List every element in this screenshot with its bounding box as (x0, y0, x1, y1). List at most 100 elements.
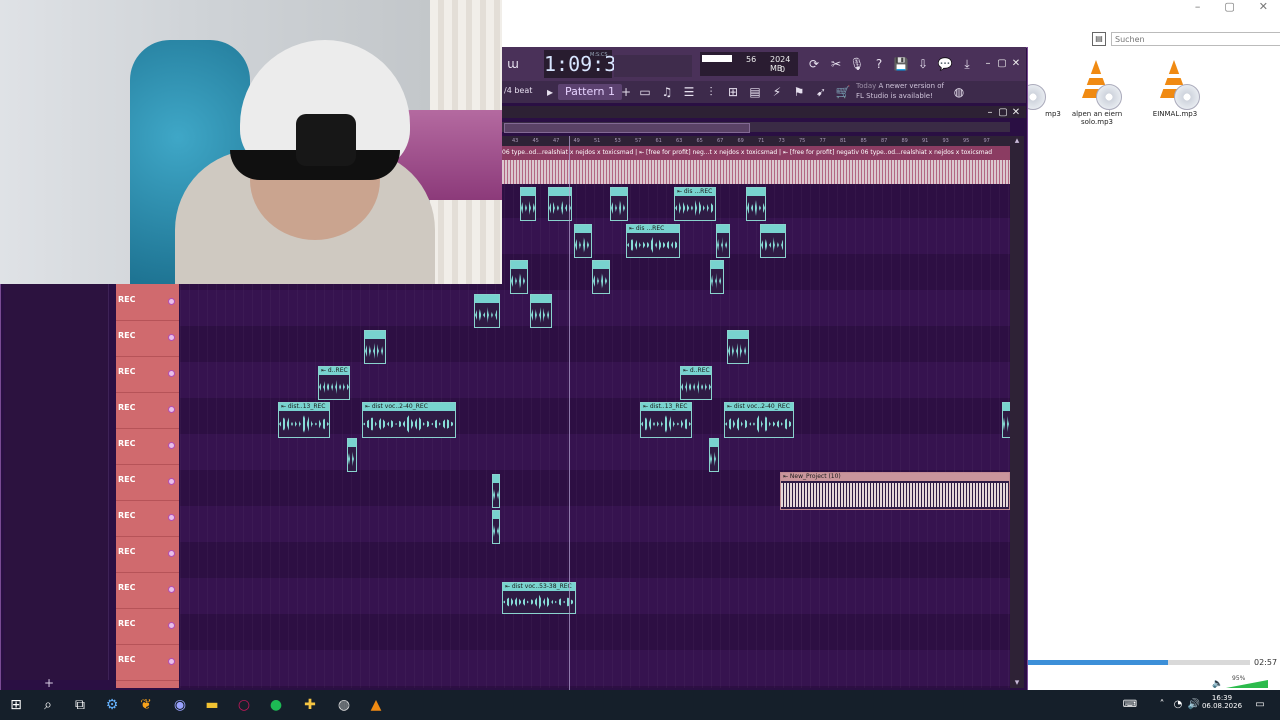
plugin-icon[interactable]: ⊞ (724, 83, 742, 101)
playlist-icon[interactable]: ▭ (636, 83, 654, 101)
search-icon[interactable]: ⌕ (38, 695, 58, 715)
pattern-selector[interactable]: Pattern 1 (558, 84, 622, 100)
track-toggle-icon[interactable] (168, 586, 175, 593)
track-header[interactable]: REC (116, 392, 179, 429)
audio-clip[interactable]: ⇤ New_Project (10) (780, 472, 1010, 510)
vertical-scrollbar[interactable]: ▴ ▾ (1010, 136, 1024, 688)
track-toggle-icon[interactable] (168, 298, 175, 305)
audio-clip[interactable]: ⇤ dis ...REC (674, 187, 716, 221)
scroll-down-icon[interactable]: ▾ (1010, 678, 1024, 688)
audio-clip-small[interactable] (520, 187, 536, 221)
audio-clip[interactable]: ⇤ dis ...REC (626, 224, 680, 258)
chat-icon[interactable]: 💬 (936, 55, 954, 73)
globe-icon[interactable]: ◍ (950, 83, 968, 101)
track-header[interactable]: REC (116, 644, 179, 681)
track-header[interactable]: REC (116, 284, 179, 321)
explorer-icon[interactable]: ▬ (202, 695, 222, 715)
audio-clip[interactable]: ⇤ dist..13_REC (640, 402, 692, 438)
piano-roll-icon[interactable]: ♫ (658, 83, 676, 101)
track-toggle-icon[interactable] (168, 334, 175, 341)
keyboard-icon[interactable]: ⌨ (1120, 695, 1140, 715)
view-icon[interactable]: ▤ (1092, 32, 1106, 46)
plug-icon[interactable]: ⚡ (768, 83, 786, 101)
file-item[interactable]: alpen an eiern solo.mp3 (1056, 56, 1138, 126)
playhead[interactable] (569, 136, 570, 690)
minimize-button[interactable]: – (1195, 0, 1201, 14)
track-toggle-icon[interactable] (168, 622, 175, 629)
playlist-min-button[interactable]: – (984, 107, 996, 119)
close-button[interactable]: ✕ (1259, 0, 1268, 14)
audio-clip-small[interactable] (709, 438, 719, 472)
fl-studio-icon[interactable]: ❦ (136, 695, 156, 715)
export-icon[interactable]: ⇩ (914, 55, 932, 73)
speaker-icon[interactable]: 🔈 (1212, 679, 1223, 689)
add-pattern-icon[interactable]: + (617, 83, 635, 101)
audio-clip[interactable]: ⇤ dist voc..2-40_REC (362, 402, 456, 438)
track-header[interactable]: REC (116, 500, 179, 537)
notification-icon[interactable]: ▭ (1250, 695, 1270, 715)
fl-logo-icon[interactable]: ɯ (504, 55, 522, 73)
channel-rack-icon[interactable]: ☰ (680, 83, 698, 101)
media-progress-bar[interactable] (1028, 660, 1250, 665)
track-toggle-icon[interactable] (168, 442, 175, 449)
audio-clip-small[interactable] (710, 260, 724, 294)
spotify-icon[interactable]: ● (266, 695, 286, 715)
track-header[interactable]: REC (116, 608, 179, 645)
discord-icon[interactable]: ◉ (170, 695, 190, 715)
audio-clip-small[interactable] (492, 510, 500, 544)
search-input[interactable] (1111, 32, 1280, 46)
audio-clip[interactable]: ⇤ d..REC (680, 366, 712, 400)
scroll-up-icon[interactable]: ▴ (1010, 136, 1024, 146)
audio-clip-small[interactable] (574, 224, 592, 258)
save-icon[interactable]: 💾 (892, 55, 910, 73)
audio-clip-small[interactable] (347, 438, 357, 472)
tempo-panel[interactable] (614, 55, 692, 77)
track-toggle-icon[interactable] (168, 478, 175, 485)
track-header[interactable]: REC (116, 572, 179, 609)
audio-clip-small[interactable] (364, 330, 386, 364)
help-icon[interactable]: ? (870, 55, 888, 73)
file-item[interactable]: EINMAL.mp3 (1134, 56, 1216, 118)
audio-clip-small[interactable] (492, 474, 500, 508)
mixer-icon[interactable]: ⫶ (702, 83, 720, 101)
track-toggle-icon[interactable] (168, 514, 175, 521)
time-ruler[interactable]: 43 45 47 49 51 53 57 61 63 65 67 69 71 73 75 77 81 85 87 89… (502, 136, 1014, 146)
track-toggle-icon[interactable] (168, 658, 175, 665)
vlc-icon[interactable]: ▲ (366, 695, 386, 715)
audio-clip-small[interactable] (746, 187, 766, 221)
maximize-button[interactable]: ▢ (1224, 0, 1234, 14)
audio-clip-small[interactable] (716, 224, 730, 258)
track-toggle-icon[interactable] (168, 406, 175, 413)
steam-icon[interactable]: ⚙ (102, 695, 122, 715)
track-header[interactable]: REC (116, 356, 179, 393)
snap-selector[interactable]: /4 beat (504, 86, 532, 95)
track-toggle-icon[interactable] (168, 370, 175, 377)
audio-clip[interactable]: ⇤ dist..13_REC (278, 402, 330, 438)
tools-icon[interactable]: ✂ (827, 55, 845, 73)
audio-clip-small[interactable] (474, 294, 500, 328)
app-icon[interactable]: ✚ (300, 695, 320, 715)
audio-clip-small[interactable] (760, 224, 786, 258)
audio-clip[interactable]: ⇤ dist voc..53-38_REC (502, 582, 576, 614)
shop-icon[interactable]: 🛒 (834, 83, 852, 101)
track-header[interactable]: REC (116, 320, 179, 357)
track-header[interactable]: REC (116, 428, 179, 465)
playlist-close-button[interactable]: ✕ (1010, 107, 1022, 119)
refresh-icon[interactable]: ⟳ (805, 55, 823, 73)
tempo-icon[interactable]: ⚑ (790, 83, 808, 101)
clock[interactable]: 16:39 06.08.2026 (1200, 694, 1244, 710)
audio-clip-small[interactable] (727, 330, 749, 364)
audio-clip-small[interactable] (510, 260, 528, 294)
overview-thumb[interactable] (504, 123, 750, 133)
opera-icon[interactable]: ○ (234, 695, 254, 715)
mic-icon[interactable]: 🎙 (848, 55, 866, 73)
audio-clip[interactable]: ⇤ dist voc..2-40_REC (724, 402, 794, 438)
fl-maximize-button[interactable]: ▢ (996, 58, 1008, 70)
playlist-max-button[interactable]: ▢ (997, 107, 1009, 119)
download-icon[interactable]: ⤓ (958, 55, 976, 73)
audio-clip-small[interactable] (530, 294, 552, 328)
fl-close-button[interactable]: ✕ (1010, 58, 1022, 70)
audio-clip-small[interactable] (592, 260, 610, 294)
fl-minimize-button[interactable]: – (982, 58, 994, 70)
add-track-button[interactable]: + (44, 676, 54, 690)
